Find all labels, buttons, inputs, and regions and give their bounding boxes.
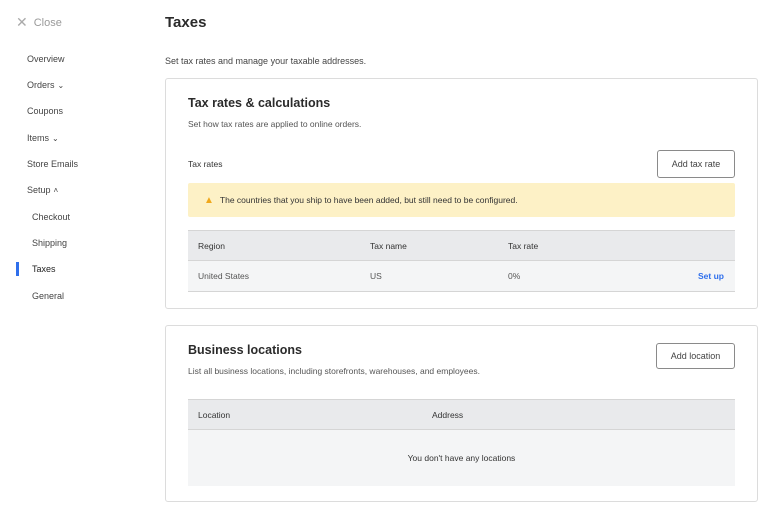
sidebar-item-taxes[interactable]: Taxes <box>32 264 56 274</box>
active-indicator <box>16 262 19 276</box>
table-header: Region Tax name Tax rate <box>188 230 735 261</box>
card-title: Business locations <box>188 343 302 357</box>
warning-icon: ▲ <box>204 194 214 206</box>
locations-table: Location Address You don't have any loca… <box>188 399 735 486</box>
sidebar-item-items[interactable]: Items ⌄ <box>27 133 59 143</box>
close-icon: ✕ <box>16 14 28 30</box>
section-label: Tax rates <box>188 159 223 169</box>
tax-rates-card: Tax rates & calculations Set how tax rat… <box>165 78 758 309</box>
chevron-down-icon: ⌄ <box>57 81 65 90</box>
close-button[interactable]: ✕ Close <box>16 14 62 31</box>
sidebar-item-orders[interactable]: Orders ⌄ <box>27 80 64 90</box>
card-description: List all business locations, including s… <box>188 366 480 376</box>
table-row: United States US 0% Set up <box>188 261 735 292</box>
business-locations-card: Business locations List all business loc… <box>165 325 758 502</box>
sidebar-item-checkout[interactable]: Checkout <box>32 212 70 222</box>
empty-state-row: You don't have any locations <box>188 430 735 486</box>
page-title: Taxes <box>165 14 207 31</box>
sidebar-item-shipping[interactable]: Shipping <box>32 238 67 248</box>
table-header: Location Address <box>188 399 735 430</box>
card-title: Tax rates & calculations <box>188 96 331 110</box>
set-up-link[interactable]: Set up <box>698 271 724 281</box>
add-location-button[interactable]: Add location <box>656 343 735 369</box>
add-tax-rate-button[interactable]: Add tax rate <box>657 150 735 178</box>
chevron-up-icon: ˄ <box>53 186 59 195</box>
sidebar-item-overview[interactable]: Overview <box>27 54 65 64</box>
warning-alert: ▲ The countries that you ship to have be… <box>188 183 735 217</box>
sidebar-item-coupons[interactable]: Coupons <box>27 106 63 116</box>
card-description: Set how tax rates are applied to online … <box>188 119 362 129</box>
page-subtitle: Set tax rates and manage your taxable ad… <box>165 56 367 66</box>
sidebar-item-setup[interactable]: Setup ˄ <box>27 185 58 195</box>
chevron-down-icon: ⌄ <box>52 134 59 143</box>
sidebar-item-general[interactable]: General <box>32 291 64 301</box>
sidebar-item-store-emails[interactable]: Store Emails <box>27 159 78 169</box>
tax-rates-table: Region Tax name Tax rate United States U… <box>188 230 735 292</box>
